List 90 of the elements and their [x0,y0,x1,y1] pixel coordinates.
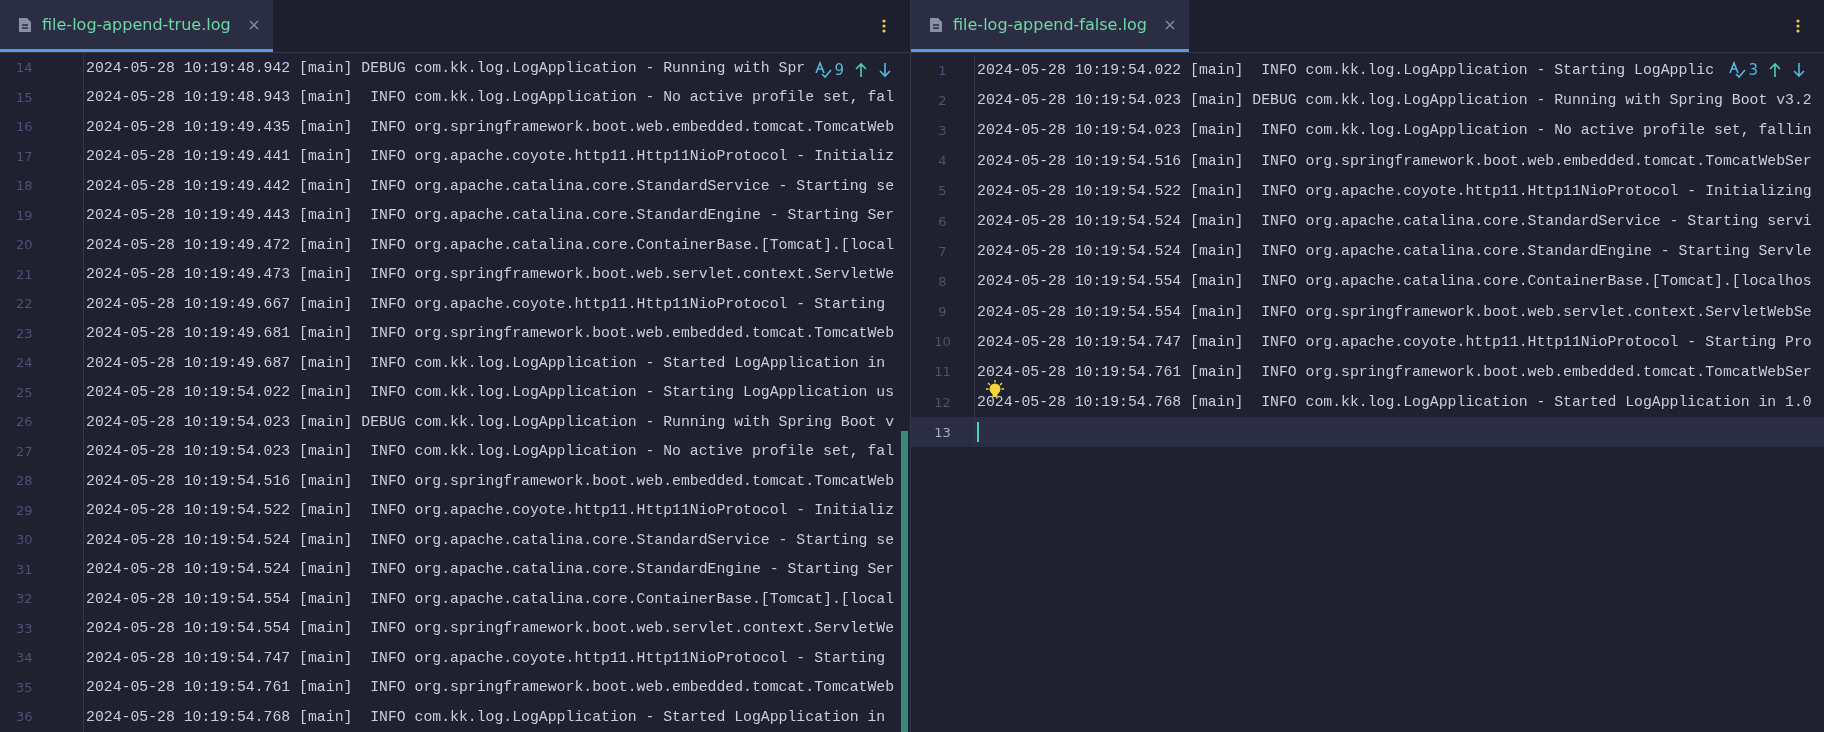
line-number: 19 [0,200,84,230]
log-line: 2024-05-28 10:19:54.524 [main] INFO org.apache.catalina.core.StandardEngine - Starting Ser [86,561,895,578]
up-arrow-icon[interactable] [854,62,868,78]
file-icon [929,16,943,33]
close-icon[interactable] [248,19,259,30]
log-line: 2024-05-28 10:19:54.022 [main] INFO com.kk.log.LogApplication - Starting LogApplic [977,62,1714,79]
line-number: 3 [911,115,975,146]
log-line: 2024-05-28 10:19:54.768 [main] INFO com.kk.log.LogApplication - Started LogApplication in 1.0 [977,394,1812,411]
line-number: 33 [0,613,84,643]
log-line: 2024-05-28 10:19:49.442 [main] INFO org.apache.catalina.core.StandardService - Starting se [86,177,895,194]
line-number: 2 [911,85,975,116]
problem-count: 3 [1748,61,1758,79]
text-cursor [977,422,979,443]
line-number: 29 [0,495,84,525]
line-number: 13 [911,417,975,448]
log-line: 2024-05-28 10:19:54.554 [main] INFO org.springframework.boot.web.servlet.context.ServletWebSe [977,303,1812,320]
line-number: 28 [0,466,84,496]
log-line: 2024-05-28 10:19:54.747 [main] INFO org.apache.coyote.http11.Http11NioProtocol - Starting Pro [977,333,1812,350]
log-line: 2024-05-28 10:19:48.942 [main] DEBUG com.kk.log.LogApplication - Running with Spr [86,59,806,76]
log-line: 2024-05-28 10:19:54.554 [main] INFO org.apache.catalina.core.ContainerBase.[Tomcat].[local [86,590,895,607]
log-line: 2024-05-28 10:19:49.472 [main] INFO org.apache.catalina.core.ContainerBase.[Tomcat].[local [86,236,895,253]
line-number: 4 [911,145,975,176]
log-line: 2024-05-28 10:19:54.524 [main] INFO org.apache.catalina.core.StandardEngine - Starting Servle [977,243,1812,260]
line-number: 9 [911,296,975,327]
line-number: 15 [0,82,84,112]
log-line: 2024-05-28 10:19:54.022 [main] INFO com.kk.log.LogApplication - Starting LogApplication us [86,384,895,401]
line-number: 18 [0,171,84,201]
line-number: 36 [0,702,84,732]
problem-count: 9 [834,61,844,79]
line-number: 7 [911,236,975,267]
line-number: 21 [0,259,84,289]
log-line: 2024-05-28 10:19:54.516 [main] INFO org.springframework.boot.web.embedded.tomcat.TomcatWebSer [977,152,1812,169]
line-number: 14 [0,53,84,83]
log-line: 2024-05-28 10:19:54.768 [main] INFO com.kk.log.LogApplication - Started LogApplication in [86,708,886,725]
file-tab[interactable]: file-log-append-false.log [911,0,1189,52]
log-line: 2024-05-28 10:19:54.522 [main] INFO org.apache.coyote.http11.Http11NioProtocol - Initializ [86,502,895,519]
scrollbar-thumb[interactable] [901,431,908,732]
up-arrow-icon[interactable] [1768,62,1782,78]
log-line: 2024-05-28 10:19:48.943 [main] INFO com.kk.log.LogApplication - No active profile set, fal [86,89,895,106]
log-line: 2024-05-28 10:19:54.023 [main] DEBUG com.kk.log.LogApplication - Running with Spring Boot v3.2 [977,92,1812,109]
tab-title: file-log-append-true.log [42,15,231,34]
log-line: 2024-05-28 10:19:54.524 [main] INFO org.apache.catalina.core.StandardService - Starting servi [977,213,1812,230]
line-number: 24 [0,348,84,378]
close-icon[interactable] [1164,19,1175,30]
log-line: 2024-05-28 10:19:49.435 [main] INFO org.springframework.boot.web.embedded.tomcat.TomcatWeb [86,118,895,135]
log-line: 2024-05-28 10:19:49.473 [main] INFO org.springframework.boot.web.servlet.context.ServletWe [86,266,895,283]
line-number: 11 [911,356,975,388]
log-line: 2024-05-28 10:19:54.023 [main] INFO com.kk.log.LogApplication - No active profile set, fal [86,443,895,460]
line-number: 8 [911,266,975,297]
line-number: 27 [0,436,84,466]
log-line: 2024-05-28 10:19:54.023 [main] INFO com.kk.log.LogApplication - No active profile set, fallin [977,122,1812,139]
log-line: 2024-05-28 10:19:54.554 [main] INFO org.springframework.boot.web.servlet.context.ServletWe [86,620,895,637]
log-line: 2024-05-28 10:19:54.516 [main] INFO org.springframework.boot.web.embedded.tomcat.TomcatWeb [86,472,895,489]
log-line: 2024-05-28 10:19:49.667 [main] INFO org.apache.coyote.http11.Http11NioProtocol - Starting [86,295,886,312]
line-number: 31 [0,554,84,584]
log-line: 2024-05-28 10:19:49.687 [main] INFO com.kk.log.LogApplication - Started LogApplication in [86,354,886,371]
tab-title: file-log-append-false.log [953,15,1147,34]
line-number: 10 [911,326,975,357]
line-number: 1 [911,55,975,86]
line-number: 32 [0,584,84,614]
line-number: 22 [0,289,84,319]
file-tab[interactable]: file-log-append-true.log [0,0,273,52]
log-line: 2024-05-28 10:19:49.443 [main] INFO org.apache.catalina.core.StandardEngine - Starting Ser [86,207,895,224]
line-number: 34 [0,643,84,673]
log-line: 2024-05-28 10:19:54.761 [main] INFO org.springframework.boot.web.embedded.tomcat.TomcatWebSer [977,363,1812,380]
line-number: 20 [0,230,84,260]
more-icon[interactable] [882,19,886,33]
line-number: 25 [0,377,84,407]
log-line: 2024-05-28 10:19:54.761 [main] INFO org.springframework.boot.web.embedded.tomcat.TomcatWeb [86,679,895,696]
log-line: 2024-05-28 10:19:54.747 [main] INFO org.apache.coyote.http11.Http11NioProtocol - Starting [86,649,886,666]
log-line: 2024-05-28 10:19:54.554 [main] INFO org.apache.catalina.core.ContainerBase.[Tomcat].[localhos [977,273,1812,290]
line-number: 16 [0,112,84,142]
line-number: 30 [0,525,84,555]
down-arrow-icon[interactable] [1792,62,1806,78]
line-number: 35 [0,672,84,702]
line-number: 5 [911,175,975,206]
down-arrow-icon[interactable] [878,62,892,78]
log-line: 2024-05-28 10:19:54.023 [main] DEBUG com.kk.log.LogApplication - Running with Spring Boot v [86,413,895,430]
line-number: 23 [0,318,84,348]
log-line: 2024-05-28 10:19:49.681 [main] INFO org.springframework.boot.web.embedded.tomcat.TomcatWeb [86,325,895,342]
spellcheck-icon[interactable] [1728,61,1747,79]
log-line: 2024-05-28 10:19:54.522 [main] INFO org.apache.coyote.http11.Http11NioProtocol - Initializing [977,182,1812,199]
file-icon [18,16,32,33]
line-number: 26 [0,407,84,437]
line-number: 6 [911,205,975,237]
line-number: 17 [0,141,84,171]
log-line: 2024-05-28 10:19:49.441 [main] INFO org.apache.coyote.http11.Http11NioProtocol - Initializ [86,148,895,165]
more-icon[interactable] [1796,19,1800,33]
log-line: 2024-05-28 10:19:54.524 [main] INFO org.apache.catalina.core.StandardService - Starting se [86,531,895,548]
spellcheck-icon[interactable] [814,61,833,79]
